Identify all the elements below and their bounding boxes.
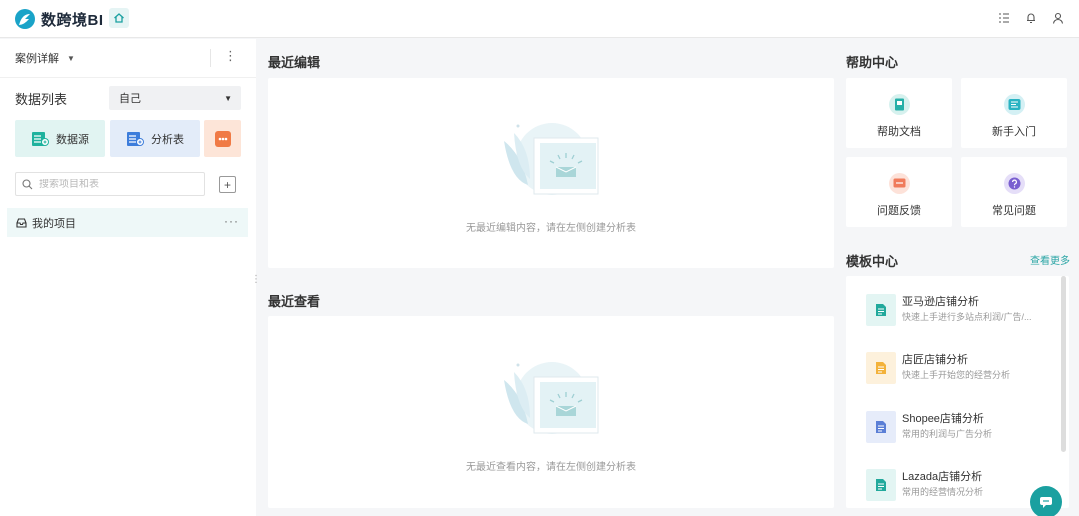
datasource-icon <box>32 131 49 146</box>
chat-icon <box>1040 497 1052 508</box>
home-icon <box>114 13 124 23</box>
divider <box>210 49 211 67</box>
question-icon <box>1004 173 1025 194</box>
recent-edit-empty-text: 无最近编辑内容，请在左侧创建分析表 <box>466 223 636 234</box>
more-apps-icon <box>214 130 231 147</box>
new-analysis-button[interactable]: 分析表 <box>110 120 200 157</box>
help-item-label: 常见问题 <box>992 205 1036 217</box>
more-horizontal-icon[interactable]: ··· <box>224 214 239 228</box>
case-title: 案例详解 <box>15 53 59 65</box>
project-item-my-project[interactable]: 我的项目 ··· <box>7 208 248 237</box>
recent-view-empty-text: 无最近查看内容，请在左侧创建分析表 <box>466 462 636 473</box>
task-list-icon[interactable] <box>997 11 1011 25</box>
template-list: 亚马逊店铺分析 快速上手进行多站点利润/广告/... 店匠店铺分析 快速上手开始… <box>846 276 1069 508</box>
template-desc: 快速上手进行多站点利润/广告/... <box>902 312 1032 322</box>
project-label: 我的项目 <box>32 217 76 230</box>
caret-down-icon: ▼ <box>67 53 75 63</box>
template-item-shoplazza[interactable]: 店匠店铺分析 快速上手开始您的经营分析 <box>866 349 1056 387</box>
left-sidebar: 案例详解 ▼ ⋮ 数据列表 自己 ▼ 数据源 分析表 搜索项目和表 + 我的项目… <box>0 39 256 516</box>
plus-icon: + <box>223 177 231 192</box>
search-input[interactable] <box>39 178 189 190</box>
help-item-label: 新手入门 <box>992 126 1036 138</box>
home-button[interactable] <box>109 8 129 28</box>
datasource-label: 数据源 <box>56 133 89 146</box>
empty-state-illustration <box>504 123 599 195</box>
help-item-faq[interactable]: 常见问题 <box>961 157 1067 227</box>
data-list-label: 数据列表 <box>15 92 68 107</box>
top-bar: 数跨境BI <box>0 0 1079 38</box>
template-name: Lazada店铺分析 <box>902 471 983 483</box>
analysis-table-icon <box>127 131 144 146</box>
owner-filter-select[interactable]: 自己 ▼ <box>109 86 241 110</box>
help-item-getting-started[interactable]: 新手入门 <box>961 78 1067 148</box>
logo-icon <box>15 9 35 29</box>
search-icon <box>22 178 33 189</box>
template-scrollbar[interactable] <box>1061 276 1066 452</box>
inbox-folder-icon <box>16 217 27 228</box>
owner-select-value: 自己 <box>119 93 141 105</box>
case-selector[interactable]: 案例详解 ▼ ⋮ <box>0 39 256 78</box>
feedback-icon <box>889 173 910 194</box>
more-vertical-icon[interactable]: ⋮ <box>224 48 237 64</box>
help-item-docs[interactable]: 帮助文档 <box>846 78 952 148</box>
help-item-feedback[interactable]: 问题反馈 <box>846 157 952 227</box>
template-name: 亚马逊店铺分析 <box>902 296 979 308</box>
guide-icon <box>1004 94 1025 115</box>
template-file-icon <box>866 294 896 326</box>
notification-bell-icon[interactable] <box>1024 11 1038 25</box>
help-item-label: 问题反馈 <box>877 205 921 217</box>
customer-service-button[interactable] <box>1030 486 1062 516</box>
template-file-icon <box>866 469 896 501</box>
search-box[interactable] <box>15 172 205 196</box>
app-name: 数跨境BI <box>41 11 104 29</box>
app-logo[interactable]: 数跨境BI <box>14 8 104 30</box>
caret-down-icon: ▼ <box>224 94 232 103</box>
template-desc: 快速上手开始您的经营分析 <box>902 370 1011 380</box>
recent-edit-title: 最近编辑 <box>268 55 321 70</box>
template-name: 店匠店铺分析 <box>902 354 968 366</box>
template-item-lazada[interactable]: Lazada店铺分析 常用的经营情况分析 <box>866 466 1056 504</box>
add-project-button[interactable]: + <box>219 176 236 193</box>
template-name: Shopee店铺分析 <box>902 413 984 425</box>
help-center-title: 帮助中心 <box>846 55 899 70</box>
template-desc: 常用的经营情况分析 <box>902 487 984 497</box>
template-center-title: 模板中心 <box>846 254 899 269</box>
recent-view-card: 无最近查看内容，请在左侧创建分析表 <box>268 316 834 508</box>
recent-edit-card: 无最近编辑内容，请在左侧创建分析表 <box>268 78 834 268</box>
empty-state-illustration <box>504 362 599 434</box>
panel-resize-handle[interactable]: ⋮ <box>251 274 261 285</box>
template-desc: 常用的利润与广告分析 <box>902 429 993 439</box>
analysis-label: 分析表 <box>151 133 184 146</box>
recent-view-title: 最近查看 <box>268 294 321 309</box>
more-create-button[interactable] <box>204 120 241 157</box>
user-icon[interactable] <box>1051 11 1065 25</box>
see-more-link[interactable]: 查看更多 <box>1030 252 1070 267</box>
template-file-icon <box>866 411 896 443</box>
template-item-shopee[interactable]: Shopee店铺分析 常用的利润与广告分析 <box>866 408 1056 446</box>
new-datasource-button[interactable]: 数据源 <box>15 120 105 157</box>
document-icon <box>889 94 910 115</box>
template-item-amazon[interactable]: 亚马逊店铺分析 快速上手进行多站点利润/广告/... <box>866 291 1056 329</box>
help-item-label: 帮助文档 <box>877 126 921 138</box>
template-file-icon <box>866 352 896 384</box>
